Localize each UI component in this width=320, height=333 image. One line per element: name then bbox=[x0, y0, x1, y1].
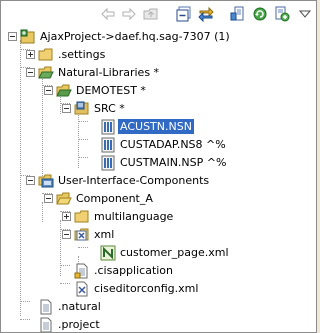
project-icon bbox=[20, 29, 36, 45]
page-file-icon bbox=[100, 245, 116, 261]
tree-item-label: Component_A bbox=[76, 192, 153, 205]
tree-item-label: .settings bbox=[58, 48, 106, 61]
tree-item-label: multilanguage bbox=[94, 210, 174, 223]
tree-item-label: .natural bbox=[58, 300, 101, 313]
tree-item-project-file[interactable]: .project bbox=[1, 316, 316, 332]
tree-item-label: CUSTADAP.NS8 ^% bbox=[120, 138, 226, 151]
package-explorer-view: AjaxProject->daef.hq.sag-7307 (1) .setti… bbox=[0, 0, 317, 333]
component-folder-icon bbox=[56, 191, 72, 207]
library-icon bbox=[56, 83, 72, 99]
tree-item-natural-libraries[interactable]: Natural-Libraries * bbox=[1, 64, 316, 82]
view-toolbar bbox=[1, 1, 316, 27]
tree-item-label: CUSTMAIN.NSP ^% bbox=[120, 156, 227, 169]
collapse-toggle-icon[interactable] bbox=[44, 194, 53, 203]
tree-item-natural[interactable]: .natural bbox=[1, 298, 316, 316]
tree-item-custadap[interactable]: CUSTADAP.NS8 ^% bbox=[1, 136, 316, 154]
tree-item-component-a[interactable]: Component_A bbox=[1, 190, 316, 208]
tree-item-project[interactable]: AjaxProject->daef.hq.sag-7307 (1) bbox=[1, 28, 316, 46]
tree-item-label: .project bbox=[58, 318, 100, 331]
tree-item-label: AjaxProject->daef.hq.sag-7307 (1) bbox=[40, 30, 230, 43]
natural-file-icon bbox=[38, 299, 54, 315]
collapse-toggle-icon[interactable] bbox=[44, 86, 53, 95]
tree-item-label: User-Interface-Components bbox=[58, 174, 210, 187]
tree-item-acustn[interactable]: ACUSTN.NSN bbox=[1, 118, 316, 136]
view-menu-icon[interactable] bbox=[296, 5, 314, 23]
tree-item-label: ciseditorconfig.xml bbox=[94, 282, 199, 295]
link-with-editor-icon[interactable] bbox=[197, 5, 215, 23]
tree-item-demotest[interactable]: DEMOTEST * bbox=[1, 82, 316, 100]
open-folder-icon bbox=[38, 65, 54, 81]
expand-toggle-icon[interactable] bbox=[26, 50, 35, 59]
forward-arrow-icon[interactable] bbox=[120, 5, 138, 23]
collapse-toggle-icon[interactable] bbox=[62, 104, 71, 113]
back-arrow-icon[interactable] bbox=[99, 5, 117, 23]
tree-item-label: Natural-Libraries * bbox=[58, 66, 160, 79]
tree-item-src[interactable]: SRC * bbox=[1, 100, 316, 118]
natural-object-icon bbox=[100, 155, 116, 171]
new-file-icon[interactable] bbox=[229, 5, 247, 23]
project-file-icon bbox=[38, 317, 54, 332]
collapse-toggle-icon[interactable] bbox=[26, 176, 35, 185]
refresh-icon[interactable] bbox=[251, 5, 269, 23]
xml-folder-icon bbox=[74, 227, 90, 243]
xml-file-icon bbox=[74, 281, 90, 297]
tree-item-label: ACUSTN.NSN bbox=[118, 119, 194, 134]
tree-item-multilanguage[interactable]: multilanguage bbox=[1, 208, 316, 226]
collapse-all-icon[interactable] bbox=[175, 5, 193, 23]
collapse-toggle-icon[interactable] bbox=[26, 68, 35, 77]
file-icon bbox=[74, 263, 90, 279]
tree-item-settings[interactable]: .settings bbox=[1, 46, 316, 64]
ui-components-icon bbox=[38, 173, 54, 189]
tree-item-cisapplication[interactable]: .cisapplication bbox=[1, 262, 316, 280]
tree-item-label: customer_page.xml bbox=[120, 246, 229, 259]
tree-item-custmain[interactable]: CUSTMAIN.NSP ^% bbox=[1, 154, 316, 172]
tree-item-ciseditorconfig[interactable]: ciseditorconfig.xml bbox=[1, 280, 316, 298]
tree-item-label: DEMOTEST * bbox=[76, 84, 146, 97]
folder-icon bbox=[74, 209, 90, 225]
up-folder-icon[interactable] bbox=[142, 5, 160, 23]
tree-item-user-interface-components[interactable]: User-Interface-Components bbox=[1, 172, 316, 190]
tree-item-customer-page[interactable]: customer_page.xml bbox=[1, 244, 316, 262]
collapse-toggle-icon[interactable] bbox=[62, 230, 71, 239]
natural-object-icon bbox=[100, 119, 116, 135]
tree-item-label: SRC * bbox=[94, 102, 125, 115]
expand-toggle-icon[interactable] bbox=[62, 212, 71, 221]
src-folder-icon bbox=[74, 101, 90, 117]
tree-item-label: xml bbox=[94, 228, 115, 241]
tree-item-label: .cisapplication bbox=[94, 264, 174, 277]
tree-item-xml-folder[interactable]: xml bbox=[1, 226, 316, 244]
natural-object-icon bbox=[100, 137, 116, 153]
folder-icon bbox=[38, 47, 54, 63]
filter-icon[interactable] bbox=[273, 5, 291, 23]
collapse-toggle-icon[interactable] bbox=[8, 32, 17, 41]
